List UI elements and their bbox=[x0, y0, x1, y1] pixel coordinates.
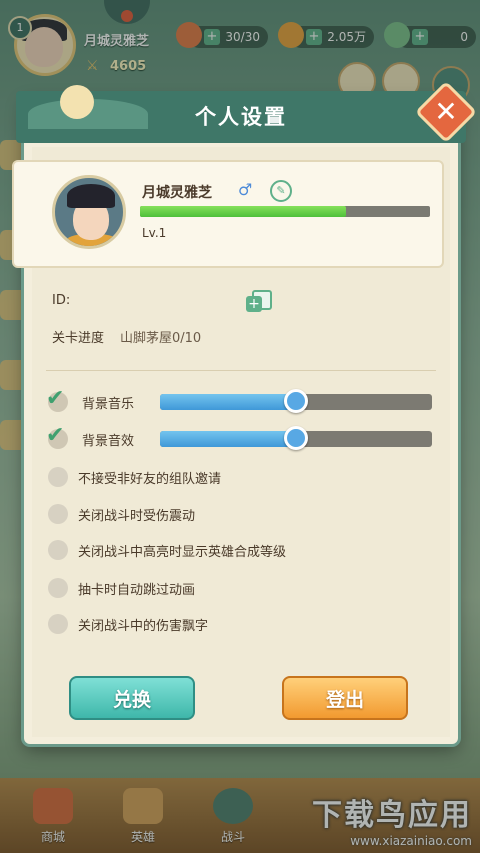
checkmark-icon: ✔ bbox=[46, 386, 65, 411]
volume-slider-fill bbox=[160, 431, 296, 447]
setting-label: 不接受非好友的组队邀请 bbox=[78, 472, 222, 487]
avatar-hair bbox=[67, 184, 115, 208]
setting-checkbox[interactable]: ✔ bbox=[46, 386, 68, 412]
setting-checkbox[interactable] bbox=[48, 578, 68, 598]
profile-avatar[interactable] bbox=[52, 175, 126, 249]
close-icon[interactable]: ✕ bbox=[424, 90, 468, 134]
checkmark-icon: ✔ bbox=[46, 423, 65, 448]
progress-label: 关卡进度 bbox=[52, 331, 105, 346]
volume-slider-knob[interactable] bbox=[284, 389, 308, 413]
copy-front-square: + bbox=[246, 296, 262, 312]
modal-title: 个人设置 bbox=[195, 105, 287, 129]
setting-checkbox[interactable] bbox=[48, 467, 68, 487]
section-divider bbox=[46, 370, 436, 371]
setting-label: 背景音乐 bbox=[82, 397, 135, 412]
volume-slider[interactable] bbox=[160, 426, 432, 450]
volume-slider-fill bbox=[160, 394, 296, 410]
exp-bar-fill bbox=[140, 206, 346, 217]
exp-bar bbox=[140, 206, 430, 217]
progress-value: 山脚茅屋0/10 bbox=[120, 331, 202, 346]
setting-checkbox[interactable] bbox=[48, 540, 68, 560]
id-label: ID: bbox=[52, 293, 71, 308]
setting-checkbox[interactable] bbox=[48, 614, 68, 634]
setting-label: 关闭战斗时受伤震动 bbox=[78, 509, 196, 524]
setting-label: 关闭战斗中高亮时显示英雄合成等级 bbox=[78, 545, 287, 560]
gender-male-icon: ♂ bbox=[238, 180, 253, 199]
profile-level: Lv.1 bbox=[142, 226, 167, 240]
edit-name-icon[interactable]: ✎ bbox=[270, 180, 292, 202]
redeem-button[interactable]: 兑换 bbox=[69, 676, 195, 720]
setting-label: 抽卡时自动跳过动画 bbox=[78, 583, 196, 598]
profile-name: 月城灵雅芝 bbox=[142, 185, 212, 201]
volume-slider[interactable] bbox=[160, 389, 432, 413]
logout-button[interactable]: 登出 bbox=[282, 676, 408, 720]
setting-checkbox[interactable]: ✔ bbox=[46, 423, 68, 449]
modal-header: 个人设置 bbox=[16, 85, 466, 143]
volume-slider-knob[interactable] bbox=[284, 426, 308, 450]
setting-label: 关闭战斗中的伤害飘字 bbox=[78, 619, 209, 634]
setting-label: 背景音效 bbox=[82, 434, 135, 449]
copy-id-icon[interactable]: + bbox=[246, 290, 272, 314]
setting-checkbox[interactable] bbox=[48, 504, 68, 524]
